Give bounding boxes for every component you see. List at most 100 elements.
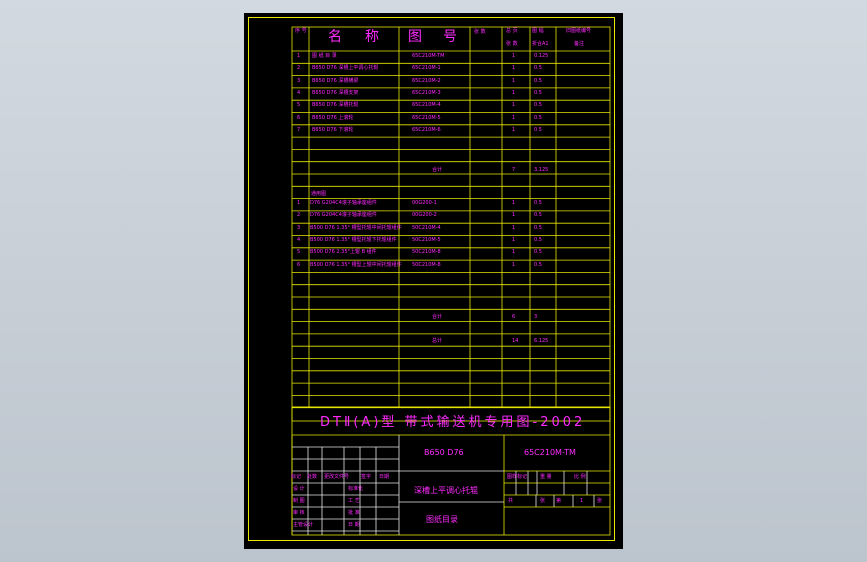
row-a-qty: 1: [512, 114, 516, 121]
row-b-name: B500 D76 1.35° 槽型托辊中间托辊组件: [310, 224, 402, 231]
label-stage: 图样标记: [507, 474, 528, 480]
header-seq: 序 号: [295, 28, 307, 34]
header-name-b: 称: [365, 29, 381, 45]
row-b-code: 50C210M-5: [412, 236, 441, 243]
row-a-name: B650 D76 深槽支架: [312, 89, 359, 96]
row-b-a1: 0.5: [534, 249, 542, 256]
row-a-qty: 1: [512, 65, 516, 72]
total-label: 总计: [432, 338, 443, 344]
subtotal-b-qty: 6: [512, 314, 516, 320]
header-pages: 总 页: [506, 28, 518, 34]
rev-h2: 处数: [307, 474, 318, 480]
row-b-code: 50C210M-4: [412, 224, 441, 231]
row-b-name: B500 D76 1.35° 槽型上辊中间托辊组件: [310, 261, 402, 268]
row-b-code: 50C210M-8: [412, 261, 441, 268]
row-a-num: 6: [297, 114, 301, 121]
spec-text: B650 D76: [424, 448, 464, 457]
row-a-num: 5: [297, 102, 301, 109]
row-a-a1: 0.5: [534, 102, 542, 109]
label-check: 审 核: [293, 510, 305, 516]
row-a-qty: 1: [512, 77, 516, 84]
label-design: 设 计: [293, 486, 305, 492]
label-total-sheets: 共: [508, 498, 514, 504]
header-pages2: 张 数: [506, 41, 518, 47]
desc-text: 深槽上平调心托辊: [414, 486, 478, 495]
label-approve: 批 准: [348, 510, 360, 516]
row-a-code: 65C210M-TM: [412, 53, 445, 59]
header-remark: 旧图纸编号: [566, 28, 592, 34]
row-b-num: 5: [297, 249, 301, 256]
row-b-a1: 0.5: [534, 200, 542, 206]
row-a-qty: 1: [512, 89, 516, 96]
section-b-title: 通用图: [311, 191, 327, 197]
header-size: 图 幅: [532, 28, 544, 34]
row-a-a1: 0.5: [534, 77, 542, 84]
row-b-num: 2: [297, 212, 301, 219]
subtotal-b-a1: 3: [534, 314, 538, 320]
row-b-a1: 0.5: [534, 261, 542, 268]
subtotal-a-a1: 3.125: [534, 167, 549, 173]
total-qty: 14: [512, 338, 519, 344]
drawing-sheet: 序 号 名 称 图 号 张 数 总 页 张 数 图 幅 折合A1 旧图纸编号 备…: [244, 13, 623, 549]
row-a-name: 图 纸 目 录: [312, 53, 337, 59]
header-drawing-a: 图: [408, 29, 424, 45]
row-a-name: B650 D76 下滚轮: [312, 126, 354, 133]
header-drawing-b: 号: [443, 29, 459, 45]
row-b-a1: 0.5: [534, 236, 542, 243]
row-a-code: 65C210M-5: [412, 114, 441, 121]
row-b-qty: 1: [512, 236, 516, 243]
row-a-a1: 0.5: [534, 126, 542, 133]
row-b-num: 4: [297, 236, 301, 243]
label-page1: 1: [580, 498, 584, 504]
drawing-code: 65C210M-TM: [524, 448, 576, 457]
rev-h3: 更改文件号: [324, 474, 350, 480]
row-b-code: 00G200-1: [412, 200, 437, 206]
row-b-num: 3: [297, 224, 301, 231]
row-a-code: 65C210M-2: [412, 77, 441, 84]
label-weight: 重 量: [540, 474, 552, 480]
row-a-code: 65C210M-1: [412, 65, 441, 72]
subtotal-b-label: 合计: [432, 314, 443, 320]
row-b-qty: 1: [512, 200, 516, 206]
row-a-name: B650 D76 深槽托辊: [312, 102, 359, 109]
row-a-num: 1: [297, 53, 301, 59]
row-b-a1: 0.5: [534, 212, 542, 219]
row-a-code: 65C210M-4: [412, 102, 441, 109]
total-a1: 6.125: [534, 338, 549, 344]
row-a-num: 2: [297, 65, 301, 72]
row-a-qty: 1: [512, 53, 516, 59]
row-b-code: 00G200-2: [412, 212, 437, 219]
row-a-qty: 1: [512, 126, 516, 133]
row-a-qty: 1: [512, 102, 516, 109]
header-sub: 张 数: [474, 29, 486, 35]
row-a-name: B650 D76 上滚轮: [312, 114, 354, 121]
label-sheet: 张: [540, 498, 546, 504]
label-page2: 张: [597, 498, 603, 504]
label-prj: 主管设计: [293, 522, 314, 528]
label-no: 第: [556, 498, 562, 504]
subtotal-a-label: 合计: [432, 167, 443, 173]
subtotal-a-qty: 7: [512, 167, 516, 173]
row-b-name: B500 D76 1.35° 槽型托辊下托辊组件: [310, 236, 397, 243]
row-a-num: 4: [297, 89, 301, 96]
row-a-name: B650 D76 深槽上平调心托辊: [312, 65, 379, 72]
row-a-num: 3: [297, 77, 301, 84]
row-a-code: 65C210M-3: [412, 89, 441, 96]
rev-h5: 日期: [379, 474, 390, 480]
row-b-name: B500 D76 2.35°上辊 B 组件: [310, 249, 377, 256]
label-date: 日 期: [348, 522, 360, 528]
row-b-num: 6: [297, 261, 301, 268]
label-process: 工 艺: [348, 498, 360, 504]
row-a-num: 7: [297, 126, 301, 133]
header-remark2: 备注: [574, 41, 585, 47]
doc-text: 图纸目录: [426, 515, 458, 524]
row-a-code: 65C210M-6: [412, 126, 441, 133]
header-size2: 折合A1: [532, 41, 549, 47]
rev-h4: 签字: [361, 474, 372, 480]
row-b-code: 50C210M-8: [412, 249, 441, 256]
row-b-qty: 1: [512, 249, 516, 256]
row-a-a1: 0.5: [534, 89, 542, 96]
label-draw: 制 图: [293, 498, 305, 504]
row-b-name: D76 G204C4滚子轴承座组件: [310, 200, 377, 206]
series-title: DTⅡ(A)型 带式输送机专用图-2002: [320, 415, 586, 430]
